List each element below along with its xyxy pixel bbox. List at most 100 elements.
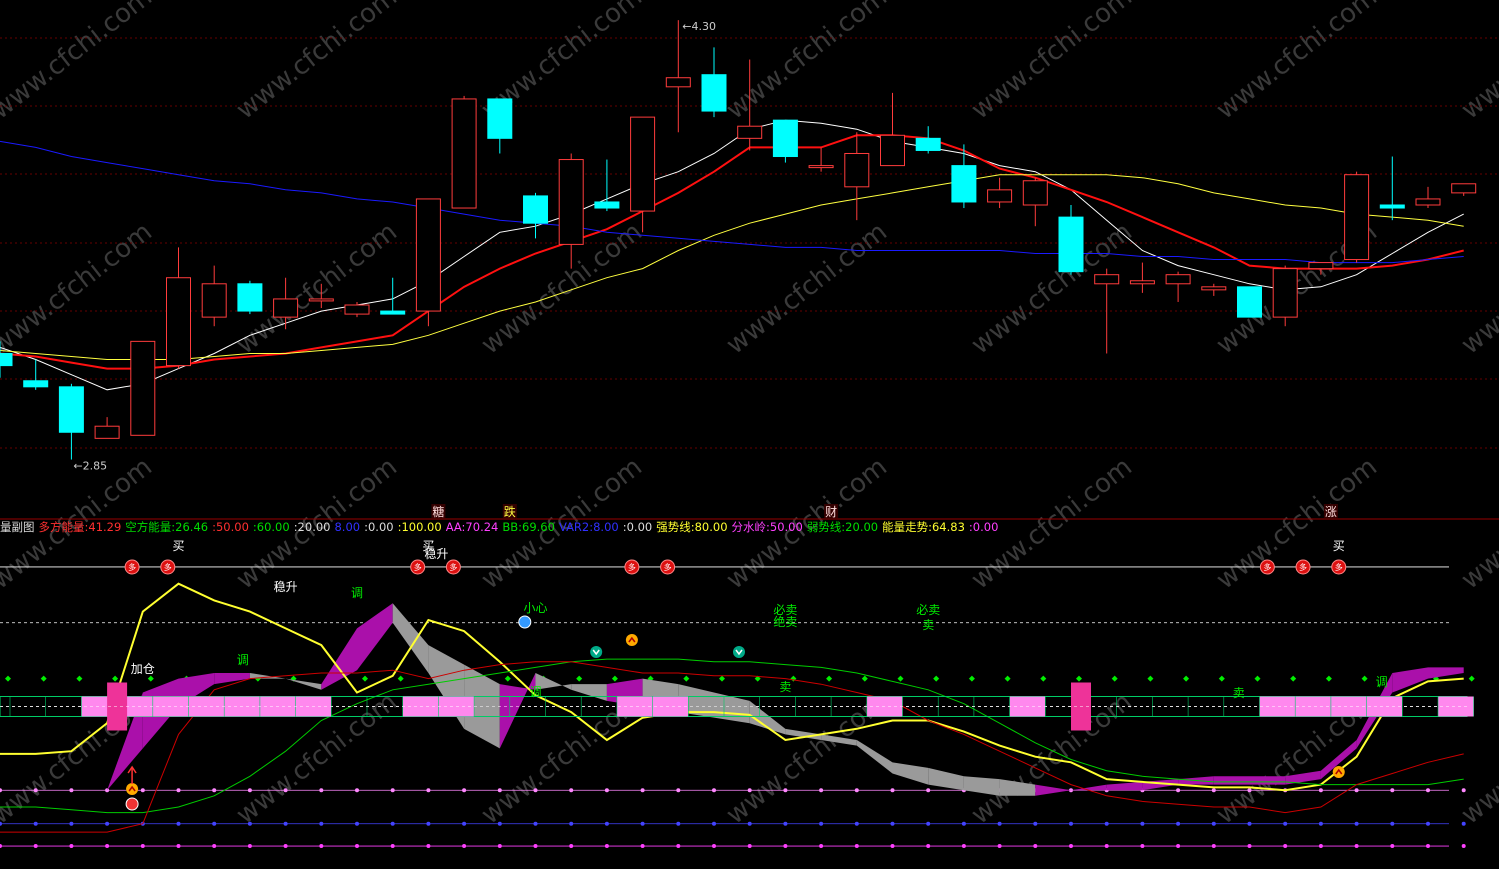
buy-label: 买 [1333,539,1345,553]
indicator-title: 量副图 [0,520,35,534]
candle-body [1308,262,1334,270]
duo-marker-label: 多 [1299,562,1307,572]
band-segment [892,762,929,785]
level-diamond [1147,675,1154,682]
candle-body [201,283,227,318]
reference-dot [890,844,895,849]
reference-dot [319,844,324,849]
level-diamond [826,675,833,682]
duo-marker-label: 多 [449,562,457,572]
reference-dot [997,821,1002,826]
reference-dot [1033,821,1038,826]
wensheng-label: 稳升 [424,546,448,561]
reference-dot [569,844,574,849]
band-segment [71,790,108,805]
reference-dot [1318,788,1323,793]
reference-dot [426,821,431,826]
reference-dot [1426,821,1430,826]
chart-canvas[interactable]: www.cfchi.com www.cfchi.com www.cfchi.com w… [0,0,1499,869]
event-marker-label: 跌 [504,504,516,519]
reference-dot [1247,844,1252,849]
reference-dot [1461,788,1466,793]
reference-dot [1390,844,1395,849]
watermark-text: www.cfchi.com [231,0,403,126]
reference-dot [747,821,752,826]
reference-dot [712,821,716,826]
reference-dot [747,844,752,849]
candle-body [630,116,656,212]
reference-dot [1140,821,1145,826]
stat-item: 弱势线:20.00 [806,520,879,534]
up-chevron-icon [126,783,139,795]
candle-body [1022,180,1048,206]
band-segment [285,678,322,690]
tiao-label: 调 [1376,675,1388,689]
level-diamond [1004,675,1011,682]
candle-body [1058,216,1084,273]
candle-body [58,386,84,433]
reference-dot [283,844,288,849]
reference-dot [1176,788,1181,793]
reference-dot [819,821,824,826]
reference-dot [69,821,74,826]
watermark-text: www.cfchi.com [1211,0,1383,126]
reference-dot [640,788,645,793]
band-segment [571,684,607,701]
candle-body [1272,268,1298,318]
band-segment [1249,776,1286,785]
reference-dot [854,844,859,849]
candle-body [772,119,798,158]
candle-body [166,277,191,367]
duo-marker-label: 多 [128,562,136,572]
stat-item: BB:69.60 [502,520,555,534]
red-ball-icon [125,797,139,811]
candle-body [1451,183,1477,194]
candle-body [344,304,370,315]
watermark-text: www.cfchi.com [1456,0,1499,126]
candle-body [951,165,977,203]
reference-dot [390,821,395,826]
juemai-label: 绝卖 [773,614,797,629]
candle-body [451,98,477,209]
level-diamond [576,675,583,682]
stat-item: 多方能量:41.29 [38,520,122,534]
reference-dot [176,788,181,793]
reference-dot [355,844,359,849]
level-diamond [897,675,904,682]
candle-body [1415,198,1441,206]
reference-dot [1354,844,1359,849]
band-segment [357,603,393,671]
reference-dot [997,844,1002,849]
reference-dot [176,821,181,826]
reference-dot [1140,844,1145,849]
candle-body [880,134,905,167]
candle-body [915,137,941,151]
blue-ball-icon [518,615,532,629]
reference-dot [212,844,217,849]
mai-label: 卖 [922,618,934,632]
reference-dot [426,788,431,793]
band-segment [214,673,250,685]
reference-dot [1247,788,1252,793]
reference-dot [1176,821,1181,826]
reference-dot [604,821,609,826]
level-diamond [611,675,618,682]
reference-dot [69,844,74,849]
reference-dot [1069,821,1073,826]
reference-dot [1176,844,1181,849]
reference-dot [247,788,252,793]
xiaoxin-label: 小心 [523,601,547,615]
candle-body [380,310,406,315]
reference-dot [819,788,824,793]
reference-dot [69,788,74,793]
reference-dot [1247,821,1252,826]
watermark-text: www.cfchi.com [0,0,158,126]
stat-item: AA:70.24 [445,520,499,534]
reference-dot [926,844,931,849]
reference-dot [105,821,110,826]
level-diamond [968,675,975,682]
reference-dot [854,788,859,793]
reference-dot [1069,844,1073,849]
watermark-text: www.cfchi.com [721,0,893,126]
reference-dot [319,788,324,793]
